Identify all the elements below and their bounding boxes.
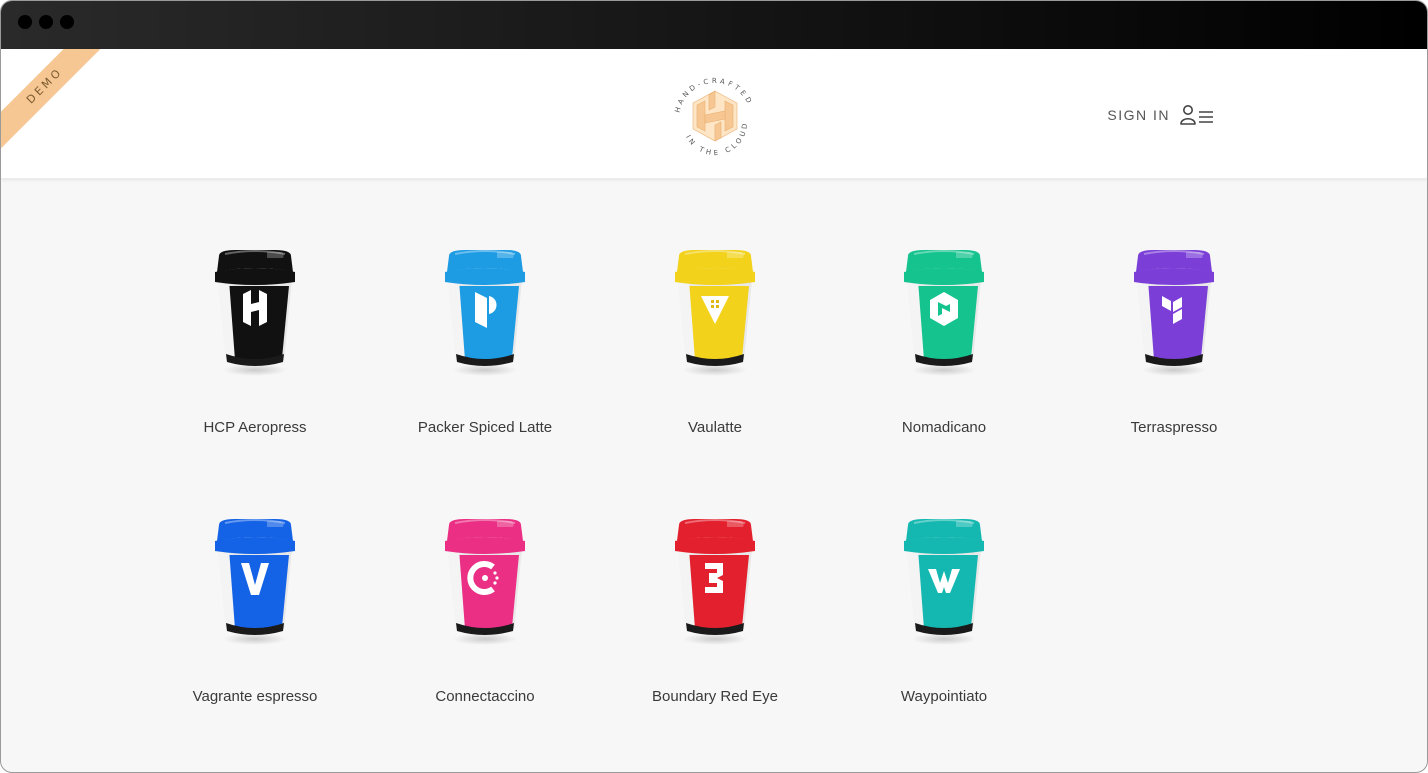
- product-name[interactable]: Waypointiato: [844, 688, 1044, 705]
- window-titlebar: [1, 1, 1427, 49]
- product-image[interactable]: [435, 242, 535, 382]
- product-image[interactable]: [894, 242, 994, 382]
- product-image[interactable]: [1124, 242, 1224, 382]
- product-image[interactable]: [665, 242, 765, 382]
- product-name[interactable]: Boundary Red Eye: [615, 688, 815, 705]
- packer-logo-icon: [445, 250, 525, 376]
- product-name[interactable]: Vagrante espresso: [155, 688, 355, 705]
- maximize-window-button[interactable]: [60, 15, 74, 29]
- product-card[interactable]: Vagrante espresso: [155, 511, 355, 711]
- site-header: DEMO HAND-CRAFTED IN THE CLOUD SIGN IN: [1, 49, 1427, 179]
- product-image[interactable]: [894, 511, 994, 651]
- product-card[interactable]: Boundary Red Eye: [615, 511, 815, 711]
- user-menu-icon: [1180, 105, 1213, 125]
- hashicups-logo[interactable]: HAND-CRAFTED IN THE CLOUDS: [667, 71, 763, 167]
- product-card[interactable]: Connectaccino: [385, 511, 585, 711]
- product-card[interactable]: HCP Aeropress: [155, 242, 355, 442]
- demo-ribbon: DEMO: [1, 49, 121, 169]
- product-card[interactable]: Terraspresso: [1074, 242, 1274, 442]
- sign-in-label: SIGN IN: [1107, 107, 1170, 123]
- product-name[interactable]: Terraspresso: [1074, 419, 1274, 436]
- demo-ribbon-label: DEMO: [1, 49, 118, 159]
- close-window-button[interactable]: [18, 15, 32, 29]
- product-card[interactable]: Packer Spiced Latte: [385, 242, 585, 442]
- nomad-logo-icon: [904, 250, 984, 376]
- vault-logo-icon: [675, 250, 755, 376]
- vagrant-logo-icon: [215, 519, 295, 645]
- product-card[interactable]: Nomadicano: [844, 242, 1044, 442]
- product-image[interactable]: [435, 511, 535, 651]
- consul-logo-icon: [445, 519, 525, 645]
- waypoint-logo-icon: [904, 519, 984, 645]
- product-name[interactable]: Packer Spiced Latte: [385, 419, 585, 436]
- product-image[interactable]: [205, 511, 305, 651]
- product-image[interactable]: [205, 242, 305, 382]
- product-name[interactable]: HCP Aeropress: [155, 419, 355, 436]
- hashicorp-logo-icon: [215, 250, 295, 376]
- product-name[interactable]: Nomadicano: [844, 419, 1044, 436]
- product-name[interactable]: Vaulatte: [615, 419, 815, 436]
- terraform-logo-icon: [1134, 250, 1214, 376]
- boundary-logo-icon: [675, 519, 755, 645]
- product-grid: HCP Aeropress Packer Spiced Latte Vaulat…: [1, 178, 1427, 772]
- product-card[interactable]: Vaulatte: [615, 242, 815, 442]
- sign-in-button[interactable]: SIGN IN: [1107, 103, 1216, 127]
- product-card[interactable]: Waypointiato: [844, 511, 1044, 711]
- product-name[interactable]: Connectaccino: [385, 688, 585, 705]
- browser-window: DEMO HAND-CRAFTED IN THE CLOUD SIGN IN H…: [0, 0, 1428, 773]
- minimize-window-button[interactable]: [39, 15, 53, 29]
- product-image[interactable]: [665, 511, 765, 651]
